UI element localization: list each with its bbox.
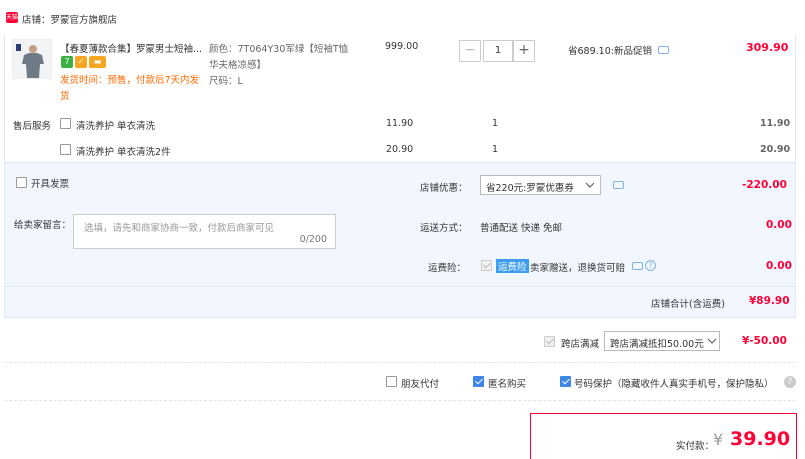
- payment-label: 实付款：: [676, 441, 715, 452]
- message-placeholder: 选填，请先和商家协商一致，付款后商家可见: [84, 223, 275, 234]
- store-discount-value: -220.00: [742, 179, 787, 191]
- store-bar: 天猫 店铺：罗蒙官方旗舰店: [0, 0, 805, 34]
- service-name-1: 清洗养护 单衣清洗: [76, 121, 156, 132]
- cross-store-checkbox: [544, 336, 555, 347]
- anonymous-label: 匿名购买: [488, 379, 527, 390]
- divider: [4, 286, 796, 287]
- shipping-label: 运送方式：: [420, 223, 468, 234]
- store-discount-label: 店铺优惠：: [420, 183, 468, 194]
- service-price-1: 11.90: [386, 118, 414, 129]
- promo-info-icon[interactable]: [658, 46, 669, 54]
- promo-text: 省689.10:新品促销: [568, 46, 652, 57]
- attr-color-cont: 华夫格凉感】: [209, 60, 267, 71]
- anonymous-checkbox[interactable]: [473, 376, 484, 387]
- quantity-increase-button[interactable]: +: [513, 40, 535, 62]
- quantity-decrease-button[interactable]: −: [459, 40, 481, 62]
- service-name-2: 清洗养护 单衣清洗2件: [76, 147, 171, 158]
- invoice-label: 开具发票: [31, 179, 70, 190]
- freight-insurance-tag: 运费险: [496, 259, 529, 273]
- tmall-icon: 天猫: [6, 12, 19, 23]
- discount-info-icon[interactable]: [613, 181, 624, 189]
- invoice-checkbox[interactable]: [16, 177, 27, 188]
- freight-insurance-checkbox: [481, 260, 492, 271]
- shipping-value: 0.00: [766, 219, 792, 231]
- item-subtotal: 309.90: [746, 41, 789, 54]
- attr-color: 颜色：7T064Y30军绿【短袖T恤: [209, 44, 349, 55]
- service-total-1: 11.90: [760, 118, 791, 129]
- cross-store-select[interactable]: 跨店满减抵扣50.00元: [604, 331, 720, 351]
- store-discount-selected: 省220元:罗蒙优惠券: [486, 183, 574, 194]
- product-thumbnail[interactable]: [12, 39, 52, 79]
- unit-price: 999.00: [385, 41, 419, 52]
- help-icon[interactable]: ?: [784, 376, 796, 388]
- chevron-down-icon: [707, 338, 717, 344]
- friend-pay-checkbox[interactable]: [386, 376, 397, 387]
- freight-insurance-label: 运费险：: [428, 263, 467, 274]
- cross-store-selected: 跨店满减抵扣50.00元: [610, 339, 704, 350]
- divider: [4, 400, 796, 401]
- service-checkbox-1[interactable]: [60, 118, 71, 129]
- service-qty-2: 1: [492, 144, 499, 155]
- service-qty-1: 1: [492, 118, 499, 129]
- freight-insurance-text: 卖家赠送，退换货可赔: [530, 263, 626, 274]
- guarantee-icon: ✓: [75, 56, 87, 68]
- number-protect-checkbox[interactable]: [560, 376, 571, 387]
- divider: [4, 362, 796, 363]
- service-total-2: 20.90: [760, 144, 791, 155]
- store-total-label: 店铺合计(含运费): [651, 299, 725, 310]
- seven-day-return-icon: 7: [61, 56, 73, 68]
- delivery-note: 发货时间：预售，付款后7天内发: [60, 75, 200, 86]
- store-total-value: ¥89.90: [749, 295, 790, 307]
- attr-size: 尺码：L: [209, 76, 243, 87]
- after-sale-label: 售后服务: [13, 121, 52, 132]
- payment-amount: 39.90: [730, 428, 791, 450]
- quantity-input[interactable]: 1: [483, 40, 513, 62]
- message-textarea[interactable]: 选填，请先和商家协商一致，付款后商家可见 0/200: [73, 214, 336, 249]
- cross-store-value: ¥-50.00: [742, 335, 787, 347]
- number-protect-label: 号码保护（隐藏收件人真实手机号，保护隐私）: [574, 379, 774, 390]
- product-title-link[interactable]: 【春夏薄款合集】罗蒙男士短袖...: [60, 41, 206, 55]
- product-badges: 7 ✓ ▬: [61, 56, 106, 68]
- service-price-2: 20.90: [386, 144, 414, 155]
- shipping-method: 普通配送 快递 免邮: [480, 223, 563, 234]
- chevron-down-icon: [585, 182, 595, 188]
- card-pay-icon: ▬: [89, 56, 106, 68]
- payment-currency: ¥: [713, 430, 724, 449]
- cross-store-label: 跨店满减: [561, 339, 600, 350]
- help-icon[interactable]: ?: [645, 260, 656, 271]
- store-name[interactable]: 店铺：罗蒙官方旗舰店: [22, 12, 117, 26]
- message-counter: 0/200: [299, 234, 327, 245]
- store-discount-select[interactable]: 省220元:罗蒙优惠券: [480, 175, 601, 195]
- freight-chat-icon[interactable]: [632, 262, 643, 270]
- message-label: 给卖家留言：: [14, 220, 72, 231]
- delivery-note-cont: 货: [60, 91, 70, 102]
- payment-total-box: 实付款： ¥ 39.90: [530, 413, 797, 459]
- freight-insurance-value: 0.00: [766, 260, 792, 272]
- friend-pay-label: 朋友代付: [401, 379, 440, 390]
- service-checkbox-2[interactable]: [60, 144, 71, 155]
